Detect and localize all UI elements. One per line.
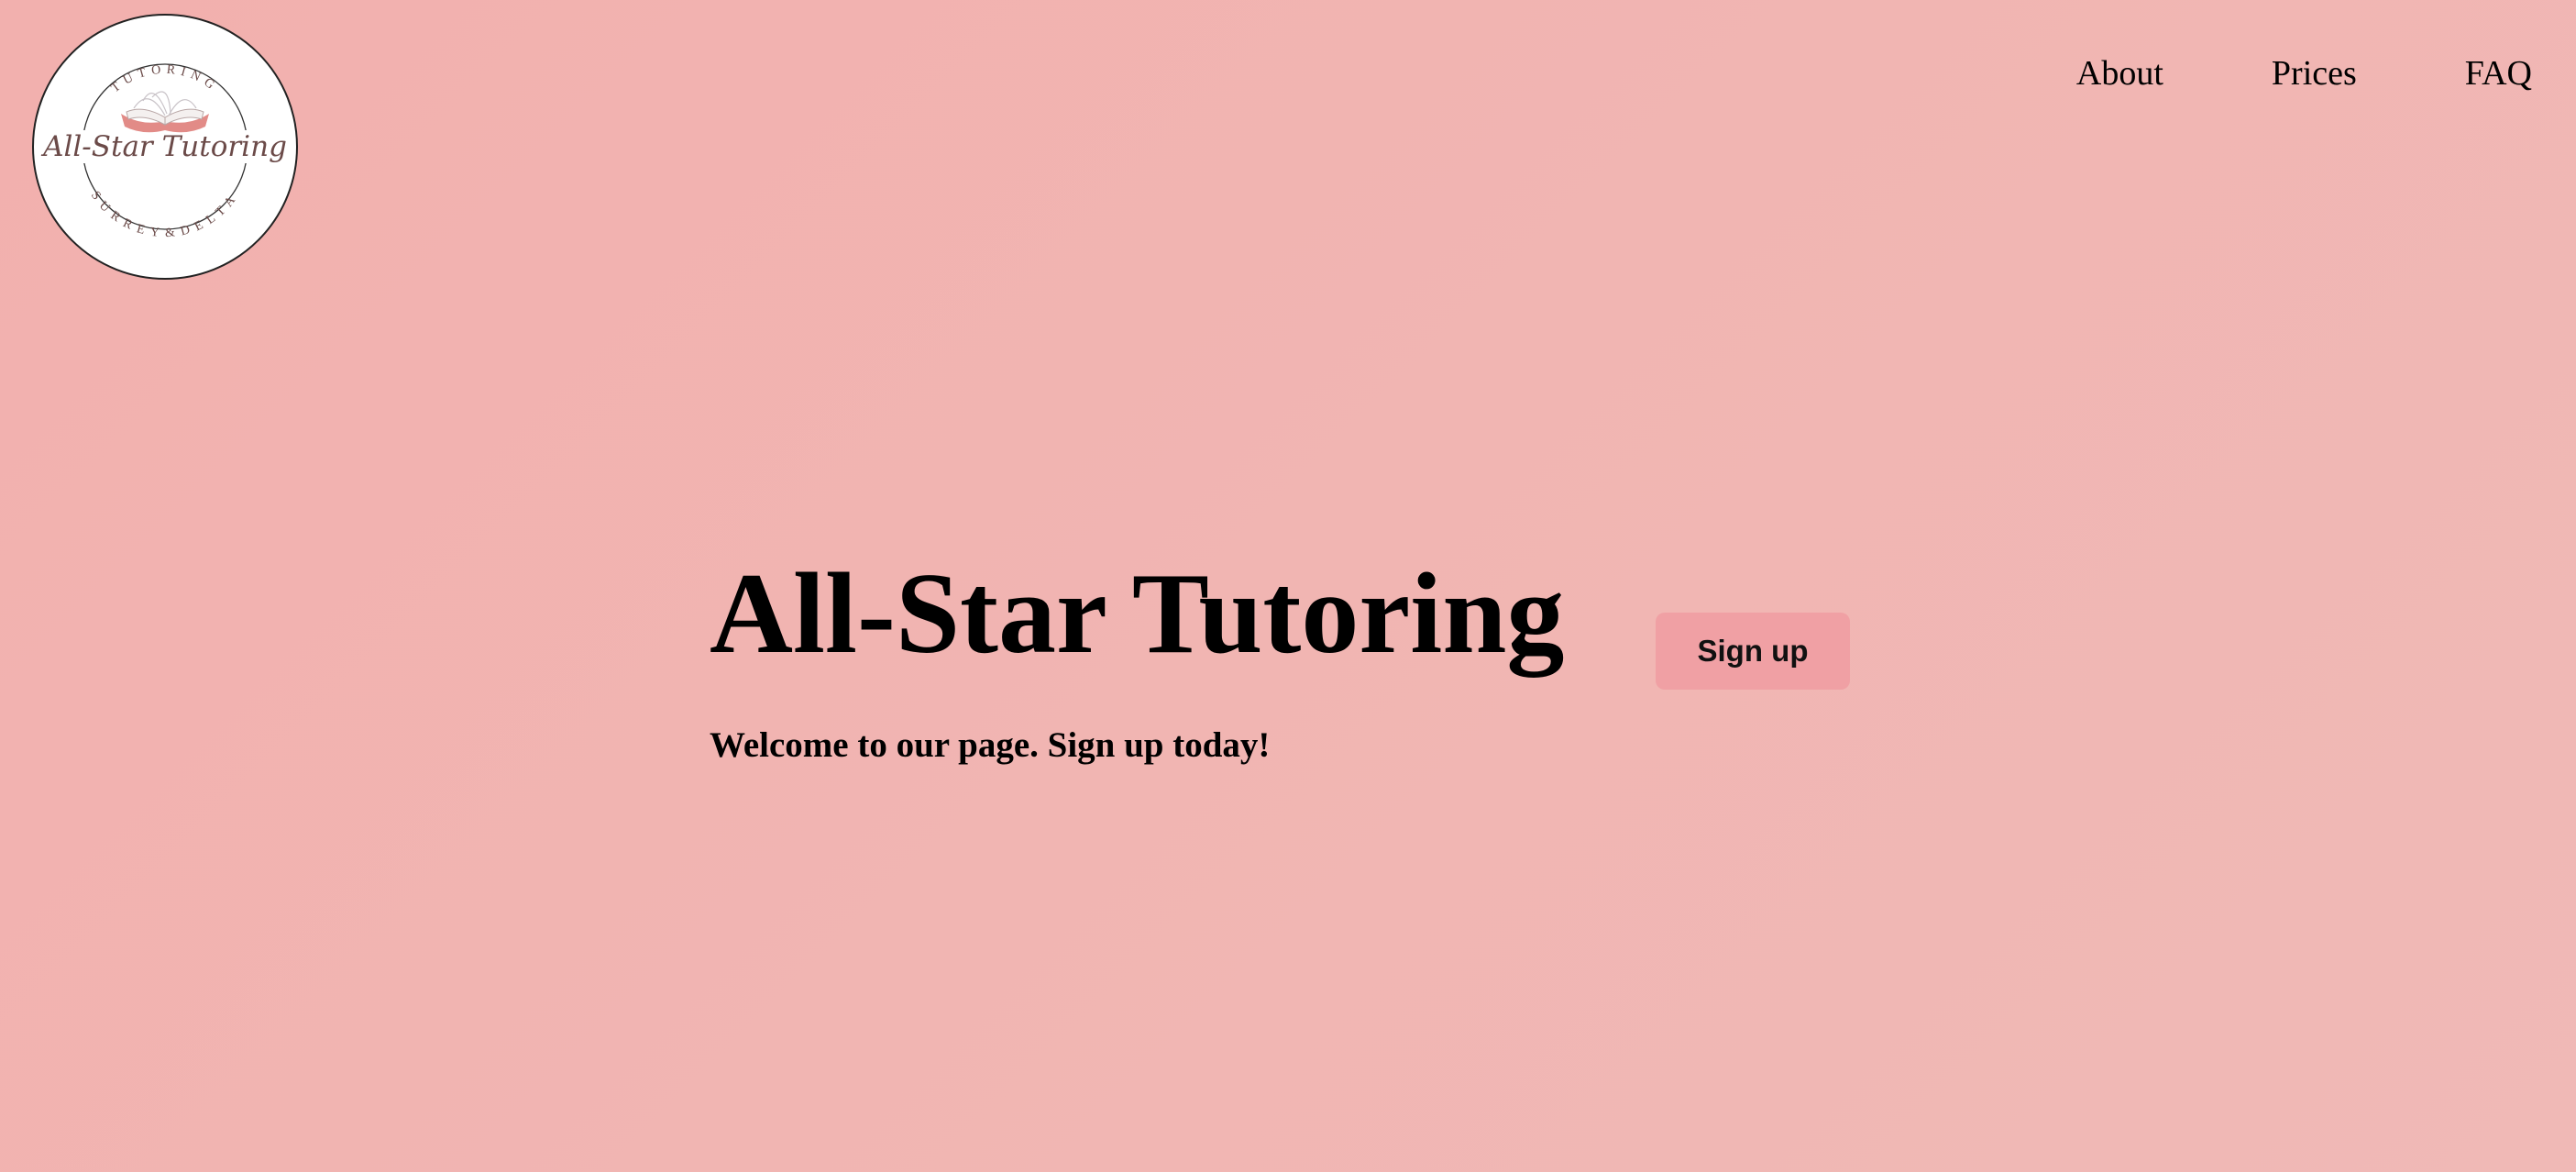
nav-faq-link[interactable]: FAQ [2465,53,2532,94]
page-title: All-Star Tutoring [710,550,1565,678]
sign-up-button[interactable]: Sign up [1656,613,1850,690]
nav-about-link[interactable]: About [2076,53,2163,94]
logo-name: All-Star Tutoring [40,130,287,163]
site-logo[interactable]: TUTORING All-Star Tutoring SURREY&DELTA [31,13,299,281]
hero-subtitle: Welcome to our page. Sign up today! [710,725,1271,765]
nav-prices-link[interactable]: Prices [2272,53,2357,94]
main-nav: About Prices FAQ [2076,53,2532,94]
hero-section: All-Star Tutoring Welcome to our page. S… [710,547,1564,768]
